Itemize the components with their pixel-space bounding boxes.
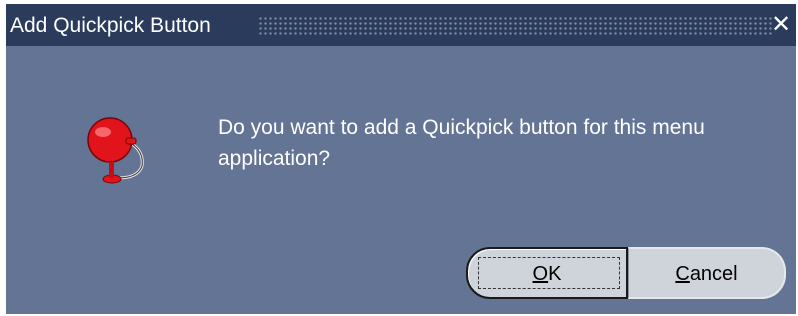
window-title: Add Quickpick Button xyxy=(10,14,211,37)
ok-mnemonic: O xyxy=(532,263,549,285)
ok-label-rest: K xyxy=(548,263,562,285)
cancel-mnemonic: C xyxy=(675,263,690,285)
ok-button[interactable]: OK xyxy=(466,247,628,299)
bell-icon xyxy=(87,117,144,184)
dialog-window: Add Quickpick Button ✕ Do you want to ad… xyxy=(6,4,796,314)
title-bar-texture xyxy=(258,16,774,36)
cancel-button[interactable]: Cancel xyxy=(628,247,786,299)
close-icon[interactable]: ✕ xyxy=(770,12,792,38)
cancel-label-rest: ancel xyxy=(689,263,738,285)
title-bar[interactable]: Add Quickpick Button ✕ xyxy=(6,4,796,46)
dialog-message: Do you want to add a Quickpick button fo… xyxy=(218,116,705,170)
